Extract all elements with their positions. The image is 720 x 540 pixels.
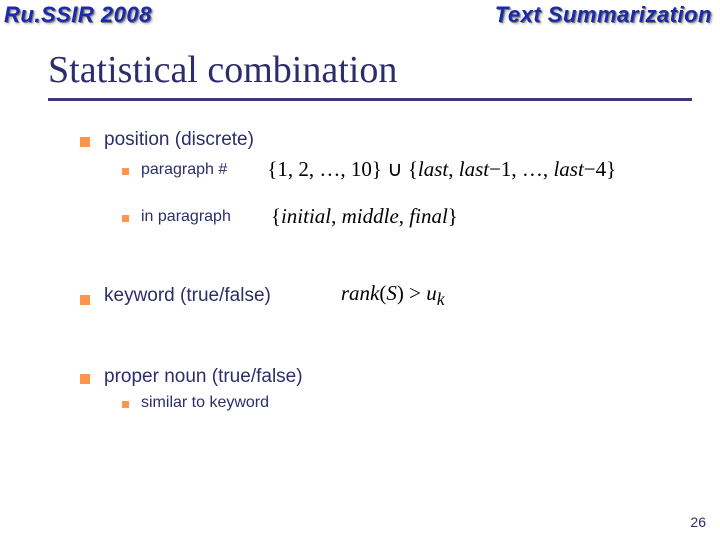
bullet-icon — [80, 137, 90, 147]
bullet-icon — [80, 295, 90, 305]
bullet-icon — [122, 401, 129, 408]
bullet-icon — [122, 215, 129, 222]
subitem-label: paragraph # — [141, 161, 227, 179]
formula-keyword: rank(S) > uk — [341, 281, 445, 310]
item-label: keyword (true/false) — [104, 285, 271, 307]
page-number: 26 — [690, 514, 706, 530]
slide-header: Ru.SSIR 2008 Text Summarization — [0, 0, 720, 28]
subitem-in-paragraph: in paragraph {initial, middle, final} — [80, 204, 700, 229]
item-label: proper noun (true/false) — [104, 366, 303, 388]
subitem-label: similar to keyword — [141, 394, 269, 412]
bullet-icon — [122, 168, 129, 175]
item-label: position (discrete) — [104, 129, 254, 151]
subitem-similar-keyword: similar to keyword — [80, 394, 700, 412]
header-right: Text Summarization — [495, 2, 712, 28]
slide-title: Statistical combination — [0, 28, 720, 98]
formula-in-paragraph: {initial, middle, final} — [271, 204, 458, 229]
header-left: Ru.SSIR 2008 — [4, 2, 152, 28]
item-proper-noun: proper noun (true/false) — [80, 366, 700, 388]
subitem-paragraph-num: paragraph # {1, 2, …, 10} ∪ {last, last−… — [80, 157, 700, 182]
slide-body: position (discrete) paragraph # {1, 2, …… — [0, 101, 720, 412]
formula-paragraph-num: {1, 2, …, 10} ∪ {last, last−1, …, last−4… — [267, 157, 616, 182]
item-position: position (discrete) — [80, 129, 700, 151]
subitem-label: in paragraph — [141, 208, 231, 226]
bullet-icon — [80, 374, 90, 384]
item-keyword: keyword (true/false) rank(S) > uk — [80, 281, 700, 310]
